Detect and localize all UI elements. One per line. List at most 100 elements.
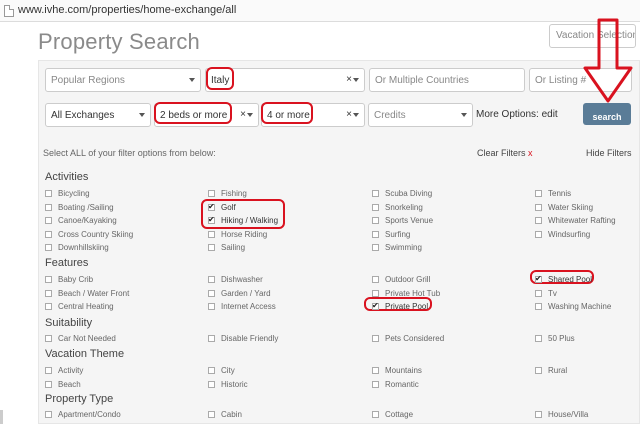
checkbox[interactable] (535, 274, 542, 284)
checkbox[interactable] (535, 230, 542, 238)
checkbox[interactable] (372, 335, 379, 342)
checkbox[interactable] (45, 411, 52, 418)
filter-option[interactable]: Cottage (372, 410, 413, 420)
checkbox[interactable] (45, 289, 52, 297)
filter-option[interactable]: Shared Pool (535, 274, 592, 285)
filter-option[interactable]: Pets Considered (372, 334, 444, 344)
checkbox[interactable] (45, 367, 52, 374)
checkbox[interactable] (372, 289, 379, 297)
checkbox[interactable] (535, 335, 542, 342)
filter-option[interactable]: Beach / Water Front (45, 289, 129, 299)
checkbox[interactable] (45, 190, 52, 197)
checkbox[interactable] (45, 303, 52, 310)
filter-option[interactable]: Windsurfing (535, 230, 590, 240)
filter-option[interactable]: Historic (208, 380, 248, 390)
filter-option[interactable]: House/Villa (535, 410, 588, 420)
filter-option[interactable]: Dishwasher (208, 275, 263, 285)
checkbox[interactable] (372, 203, 379, 211)
filter-option[interactable]: City (208, 366, 235, 376)
hide-filters-link[interactable]: Hide Filters (586, 148, 632, 158)
filter-option[interactable]: Private Hot Tub (372, 289, 440, 299)
filter-option[interactable]: Water Skiing (535, 203, 593, 213)
checkbox[interactable] (372, 301, 379, 311)
checkbox[interactable] (535, 289, 542, 297)
checkbox[interactable] (535, 367, 542, 374)
filter-option[interactable]: Apartment/Condo (45, 410, 121, 420)
clear-icon[interactable]: × (346, 74, 352, 85)
filter-option[interactable]: Private Pool (372, 301, 428, 312)
filter-option[interactable]: Golf (208, 202, 236, 213)
checkbox[interactable] (208, 276, 215, 283)
filter-option[interactable]: Washing Machine (535, 302, 611, 312)
search-button[interactable]: search (583, 103, 631, 125)
filter-option[interactable]: Tennis (535, 189, 571, 199)
checkbox[interactable] (45, 217, 52, 224)
filter-option[interactable]: Beach (45, 380, 81, 390)
filter-option[interactable]: Whitewater Rafting (535, 216, 616, 226)
checkbox[interactable] (372, 230, 379, 238)
checkbox[interactable] (208, 367, 215, 374)
filter-option[interactable]: Canoe/Kayaking (45, 216, 117, 226)
checkbox[interactable] (208, 289, 215, 297)
filter-option[interactable]: Scuba Diving (372, 189, 432, 199)
filter-option[interactable]: Sailing (208, 243, 245, 253)
guests-select[interactable]: 4 or more × (261, 103, 365, 127)
filter-option[interactable]: Internet Access (208, 302, 276, 312)
checkbox[interactable] (45, 276, 52, 283)
filter-option[interactable]: Swimming (372, 243, 422, 253)
checkbox[interactable] (535, 303, 542, 310)
filter-option[interactable]: Rural (535, 366, 567, 376)
checkbox[interactable] (535, 217, 542, 224)
filter-option[interactable]: Hiking / Walking (208, 215, 278, 226)
exchanges-select[interactable]: All Exchanges (45, 103, 151, 127)
filter-option[interactable]: Activity (45, 366, 83, 376)
filter-option[interactable]: Cabin (208, 410, 242, 420)
clear-icon[interactable]: × (346, 109, 352, 120)
credits-select[interactable]: Credits (368, 103, 473, 127)
checkbox[interactable] (535, 411, 542, 418)
filter-option[interactable]: 50 Plus (535, 334, 575, 344)
filter-option[interactable]: Downhillskiing (45, 243, 109, 253)
checkbox[interactable] (45, 244, 52, 251)
checkbox[interactable] (208, 202, 215, 212)
checkbox[interactable] (372, 367, 379, 374)
checkbox[interactable] (208, 303, 215, 310)
checkbox[interactable] (208, 380, 215, 388)
checkbox[interactable] (535, 203, 542, 211)
filter-option[interactable]: Cross Country Skiing (45, 230, 133, 240)
checkbox[interactable] (372, 190, 379, 197)
filter-option[interactable]: Surfing (372, 230, 410, 240)
checkbox[interactable] (372, 276, 379, 283)
multiple-countries-input[interactable]: Or Multiple Countries (369, 68, 525, 92)
popular-regions-select[interactable]: Popular Regions (45, 68, 201, 92)
checkbox[interactable] (372, 217, 379, 224)
filter-option[interactable]: Horse Riding (208, 230, 267, 240)
scrollbar-edge[interactable] (0, 410, 3, 424)
checkbox[interactable] (208, 335, 215, 342)
browser-url-bar[interactable]: www.ivhe.com/properties/home-exchange/al… (0, 0, 640, 22)
checkbox[interactable] (372, 244, 379, 251)
filter-option[interactable]: Central Heating (45, 302, 114, 312)
checkbox[interactable] (208, 230, 215, 238)
more-options-edit-link[interactable]: More Options: edit (476, 109, 558, 120)
filter-option[interactable]: Disable Friendly (208, 334, 278, 344)
filter-option[interactable]: Snorkeling (372, 203, 423, 213)
filter-option[interactable]: Car Not Needed (45, 334, 116, 344)
filter-option[interactable]: Baby Crib (45, 275, 93, 285)
checkbox[interactable] (372, 411, 379, 418)
filter-option[interactable]: Fishing (208, 189, 247, 199)
checkbox[interactable] (45, 230, 52, 238)
checkbox[interactable] (45, 203, 52, 211)
checkbox[interactable] (208, 190, 215, 197)
filter-option[interactable]: Bicycling (45, 189, 90, 199)
clear-filters-link[interactable]: Clear Filters x (477, 148, 533, 158)
checkbox[interactable] (535, 190, 542, 197)
filter-option[interactable]: Boating /Sailing (45, 203, 114, 213)
filter-option[interactable]: Outdoor Grill (372, 275, 430, 285)
checkbox[interactable] (45, 335, 52, 342)
filter-option[interactable]: Tv (535, 289, 557, 299)
url-text[interactable]: www.ivhe.com/properties/home-exchange/al… (18, 4, 236, 16)
checkbox[interactable] (208, 244, 215, 251)
checkbox[interactable] (45, 380, 52, 388)
beds-select[interactable]: 2 beds or more × (154, 103, 259, 127)
